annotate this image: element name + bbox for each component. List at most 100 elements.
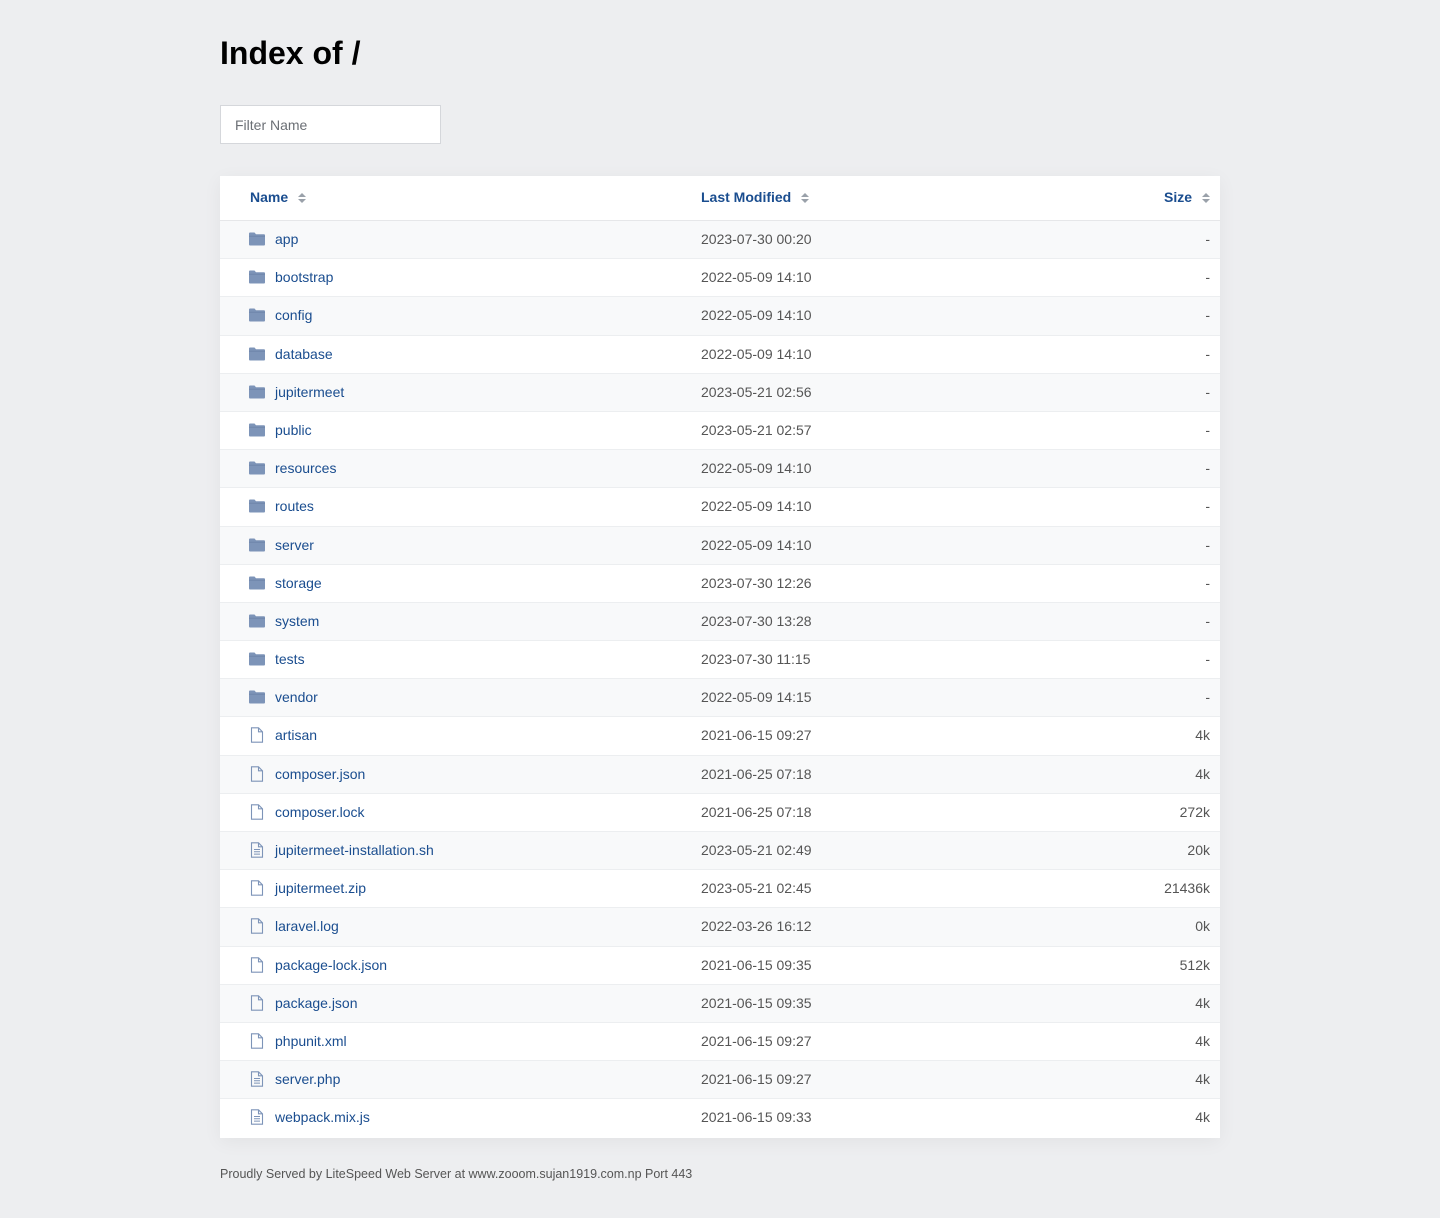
entry-name-link[interactable]: config bbox=[275, 307, 312, 323]
table-row: database 2022-05-09 14:10 - bbox=[220, 336, 1220, 374]
entry-name-link[interactable]: resources bbox=[275, 460, 336, 476]
entry-size: - bbox=[1205, 498, 1210, 515]
entry-last-modified: 2022-05-09 14:15 bbox=[701, 689, 812, 706]
entry-size: 4k bbox=[1195, 1071, 1210, 1088]
entry-name-link[interactable]: tests bbox=[275, 651, 305, 667]
folder-icon bbox=[248, 231, 266, 247]
entry-size: - bbox=[1205, 383, 1210, 400]
folder-icon bbox=[248, 384, 266, 400]
entry-size: - bbox=[1205, 612, 1210, 629]
entry-size: 272k bbox=[1179, 803, 1210, 820]
entry-name-link[interactable]: jupitermeet bbox=[275, 384, 344, 400]
entry-last-modified: 2021-06-15 09:27 bbox=[701, 1032, 812, 1049]
table-row: composer.lock 2021-06-25 07:18 272k bbox=[220, 794, 1220, 832]
entry-last-modified: 2021-06-15 09:35 bbox=[701, 956, 812, 973]
entry-size: 512k bbox=[1179, 956, 1210, 973]
entry-name-link[interactable]: laravel.log bbox=[275, 918, 339, 934]
entry-last-modified: 2021-06-25 07:18 bbox=[701, 803, 812, 820]
entry-size: - bbox=[1205, 460, 1210, 477]
entry-name-link[interactable]: webpack.mix.js bbox=[275, 1109, 370, 1125]
entry-name-link[interactable]: jupitermeet.zip bbox=[275, 880, 366, 896]
folder-icon bbox=[248, 422, 266, 438]
text-file-icon bbox=[248, 1071, 266, 1087]
table-row: composer.json 2021-06-25 07:18 4k bbox=[220, 755, 1220, 794]
table-row: server.php 2021-06-15 09:27 4k bbox=[220, 1061, 1220, 1100]
sort-by-name-link[interactable]: Name bbox=[250, 189, 307, 205]
entry-name-link[interactable]: jupitermeet-installation.sh bbox=[275, 842, 434, 858]
text-file-icon bbox=[248, 1109, 266, 1126]
table-row: app 2023-07-30 00:20 - bbox=[220, 221, 1220, 260]
folder-icon bbox=[248, 613, 266, 629]
entry-name-link[interactable]: vendor bbox=[275, 689, 318, 705]
file-icon bbox=[248, 1033, 266, 1049]
table-row: jupitermeet 2023-05-21 02:56 - bbox=[220, 373, 1220, 412]
table-header: Name Last Modified Size bbox=[220, 176, 1220, 221]
entry-name-link[interactable]: bootstrap bbox=[275, 269, 333, 285]
entry-name-link[interactable]: routes bbox=[275, 498, 314, 514]
table-row: phpunit.xml 2021-06-15 09:27 4k bbox=[220, 1023, 1220, 1062]
entry-size: - bbox=[1205, 574, 1210, 591]
column-last-modified-label: Last Modified bbox=[701, 189, 792, 205]
entry-name-link[interactable]: package.json bbox=[275, 995, 358, 1011]
folder-icon bbox=[248, 651, 266, 667]
entry-name-link[interactable]: artisan bbox=[275, 727, 317, 743]
table-row: package.json 2021-06-15 09:35 4k bbox=[220, 984, 1220, 1023]
entry-last-modified: 2023-05-21 02:49 bbox=[701, 842, 812, 858]
entry-size: 0k bbox=[1195, 918, 1210, 935]
entry-size: 4k bbox=[1195, 1109, 1210, 1126]
entry-last-modified: 2022-05-09 14:10 bbox=[701, 536, 812, 553]
entry-name-link[interactable]: package-lock.json bbox=[275, 957, 387, 973]
entry-size: - bbox=[1205, 269, 1210, 286]
entry-size: 21436k bbox=[1164, 880, 1210, 897]
sort-arrows-icon bbox=[298, 193, 307, 205]
entry-name-link[interactable]: composer.json bbox=[275, 766, 365, 782]
entry-last-modified: 2021-06-15 09:27 bbox=[701, 727, 812, 744]
file-listing-table: Name Last Modified Size app 2023-07-30 00… bbox=[220, 176, 1220, 1138]
folder-icon bbox=[248, 460, 266, 476]
text-file-icon bbox=[248, 842, 266, 858]
entry-name-link[interactable]: storage bbox=[275, 575, 322, 591]
file-icon bbox=[248, 804, 266, 820]
table-row: tests 2023-07-30 11:15 - bbox=[220, 641, 1220, 680]
entry-name-link[interactable]: composer.lock bbox=[275, 804, 364, 820]
table-row: jupitermeet-installation.sh 2023-05-21 02… bbox=[220, 832, 1220, 871]
entry-name-link[interactable]: server.php bbox=[275, 1071, 340, 1087]
table-row: storage 2023-07-30 12:26 - bbox=[220, 565, 1220, 603]
folder-icon bbox=[248, 346, 266, 362]
table-row: bootstrap 2022-05-09 14:10 - bbox=[220, 259, 1220, 298]
entry-last-modified: 2022-05-09 14:10 bbox=[701, 498, 812, 515]
entry-last-modified: 2022-03-26 16:12 bbox=[701, 918, 812, 935]
table-row: server 2022-05-09 14:10 - bbox=[220, 526, 1220, 565]
sort-arrows-icon bbox=[801, 193, 810, 205]
entry-name-link[interactable]: phpunit.xml bbox=[275, 1033, 347, 1049]
entry-size: - bbox=[1205, 231, 1210, 247]
entry-name-link[interactable]: public bbox=[275, 422, 312, 438]
entry-last-modified: 2021-06-15 09:33 bbox=[701, 1109, 812, 1126]
sort-by-last-modified-link[interactable]: Last Modified bbox=[701, 189, 810, 205]
sort-by-size-link[interactable]: Size bbox=[1164, 189, 1210, 205]
entry-last-modified: 2023-07-30 12:26 bbox=[701, 574, 812, 591]
column-name-label: Name bbox=[250, 189, 289, 205]
sort-arrows-icon bbox=[1202, 193, 1210, 205]
entry-last-modified: 2021-06-25 07:18 bbox=[701, 765, 812, 782]
entry-name-link[interactable]: server bbox=[275, 537, 314, 553]
folder-icon bbox=[248, 269, 266, 285]
folder-icon bbox=[248, 307, 266, 323]
table-row: routes 2022-05-09 14:10 - bbox=[220, 488, 1220, 527]
file-icon bbox=[248, 956, 266, 973]
table-row: package-lock.json 2021-06-15 09:35 512k bbox=[220, 947, 1220, 985]
entry-size: 20k bbox=[1187, 842, 1210, 858]
table-row: webpack.mix.js 2021-06-15 09:33 4k bbox=[220, 1099, 1220, 1137]
table-row: artisan 2021-06-15 09:27 4k bbox=[220, 717, 1220, 756]
table-row: jupitermeet.zip 2023-05-21 02:45 21436k bbox=[220, 870, 1220, 909]
entry-last-modified: 2022-05-09 14:10 bbox=[701, 460, 812, 477]
folder-icon bbox=[248, 537, 266, 553]
table-row: public 2023-05-21 02:57 - bbox=[220, 412, 1220, 451]
entry-size: - bbox=[1205, 689, 1210, 706]
entry-name-link[interactable]: app bbox=[275, 231, 298, 247]
filter-name-input[interactable] bbox=[220, 105, 441, 144]
entry-size: 4k bbox=[1195, 727, 1210, 744]
entry-name-link[interactable]: system bbox=[275, 613, 319, 629]
entry-last-modified: 2023-05-21 02:45 bbox=[701, 880, 812, 897]
entry-name-link[interactable]: database bbox=[275, 346, 333, 362]
